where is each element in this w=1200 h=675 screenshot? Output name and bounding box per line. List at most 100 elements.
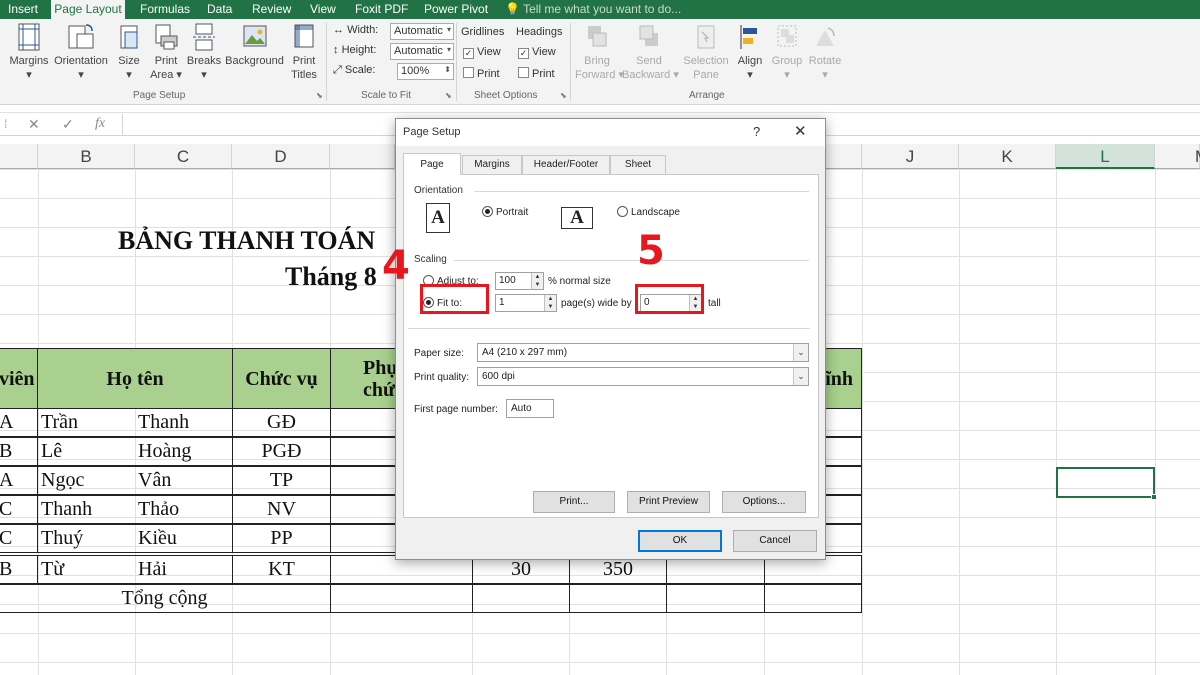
align-button[interactable]: Align ▾ — [735, 22, 765, 82]
column-header-m[interactable]: M — [1155, 144, 1200, 169]
bring-forward-button[interactable]: Bring Forward ▾ — [575, 22, 624, 82]
send-backward-button[interactable]: Send Backward ▾ — [622, 22, 679, 82]
close-icon[interactable]: ✕ — [794, 122, 807, 140]
help-icon[interactable]: ? — [753, 124, 760, 139]
headings-view-checkbox[interactable]: ✓ View — [518, 46, 556, 59]
print-titles-icon — [294, 24, 314, 48]
tab-formulas[interactable]: Formulas — [140, 2, 190, 16]
table-row[interactable]: A — [0, 408, 38, 437]
first-page-number-input[interactable]: Auto — [506, 399, 554, 418]
tell-me-box[interactable]: 💡 Tell me what you want to do... — [505, 2, 681, 16]
headings-print-checkbox[interactable]: Print — [518, 67, 555, 80]
column-header-b[interactable]: B — [38, 144, 135, 169]
print-button[interactable]: Print... — [533, 491, 615, 513]
gridlines-view-checkbox[interactable]: ✓ View — [463, 46, 501, 59]
print-area-icon — [155, 24, 178, 50]
tab-data[interactable]: Data — [207, 2, 232, 16]
chevron-down-icon: ▾ — [747, 69, 753, 81]
margins-button[interactable]: Margins ▾ — [6, 22, 52, 82]
margins-icon — [18, 23, 40, 51]
tab-insert[interactable]: Insert — [8, 2, 38, 16]
table-row[interactable]: B — [0, 555, 38, 584]
pages-wide-by-label: page(s) wide by — [561, 298, 632, 309]
stepper-arrows-icon[interactable]: ▲ ▼ — [544, 295, 556, 311]
tab-sheet[interactable]: Sheet — [610, 155, 666, 174]
scale-stepper[interactable]: 100% ⬍ — [397, 63, 454, 80]
enter-icon[interactable]: ✓ — [62, 116, 74, 133]
selection-pane-button[interactable]: Selection Pane — [680, 22, 732, 82]
page-setup-group-label: Page Setup — [133, 90, 186, 101]
width-dropdown[interactable]: Automatic ▾ — [390, 23, 454, 40]
table-row[interactable]: C — [0, 524, 38, 553]
tab-margins[interactable]: Margins — [462, 155, 522, 174]
column-header-e[interactable] — [330, 144, 395, 169]
column-header-j[interactable]: J — [862, 144, 959, 169]
column-header-d[interactable]: D — [232, 144, 330, 169]
chevron-down-icon: ⌄ — [793, 368, 808, 385]
align-icon — [740, 25, 757, 49]
height-dropdown[interactable]: Automatic ▾ — [390, 43, 454, 60]
cancel-button[interactable]: Cancel — [733, 530, 817, 552]
height-label: ↕ Height: — [333, 44, 377, 56]
total-row-label[interactable]: Tổng cộng — [0, 584, 331, 613]
tab-foxit-pdf[interactable]: Foxit PDF — [355, 2, 408, 16]
column-header-l[interactable]: L — [1056, 144, 1155, 169]
print-quality-select[interactable]: 600 dpi ⌄ — [477, 367, 809, 386]
landscape-radio[interactable]: Landscape — [617, 206, 680, 218]
column-header-i[interactable] — [826, 144, 862, 169]
orientation-button[interactable]: Orientation ▾ — [52, 22, 110, 82]
print-titles-button[interactable]: Print Titles — [287, 22, 321, 82]
print-preview-button[interactable]: Print Preview — [627, 491, 710, 513]
lightbulb-icon: 💡 — [505, 2, 520, 16]
column-header-a[interactable] — [0, 144, 38, 169]
stepper-arrows-icon[interactable]: ▲ ▼ — [531, 273, 543, 289]
send-backward-icon — [639, 25, 658, 46]
group-button[interactable]: Group ▾ — [770, 22, 804, 82]
dialog-launcher-icon[interactable]: ⬊ — [560, 91, 567, 100]
portrait-radio[interactable]: Portrait — [482, 206, 528, 218]
paper-size-select[interactable]: A4 (210 x 297 mm) ⌄ — [477, 343, 809, 362]
adjust-to-stepper[interactable]: 100 ▲ ▼ — [495, 272, 544, 290]
table-row[interactable]: C — [0, 495, 38, 524]
print-area-button[interactable]: Print Area ▾ — [147, 22, 185, 82]
background-button[interactable]: Background — [223, 22, 286, 68]
tab-review[interactable]: Review — [252, 2, 291, 16]
chevron-down-icon: ⌄ — [793, 344, 808, 361]
sheet-title: BẢNG THANH TOÁN — [118, 226, 376, 255]
portrait-icon: A — [426, 203, 450, 233]
column-header-c[interactable]: C — [135, 144, 232, 169]
tab-view[interactable]: View — [310, 2, 336, 16]
gridlines-print-checkbox[interactable]: Print — [463, 67, 500, 80]
dialog-launcher-icon[interactable]: ⬊ — [316, 91, 323, 100]
fill-handle[interactable] — [1151, 494, 1157, 500]
chevron-down-icon: ▾ — [26, 69, 32, 81]
scale-label: ⤢ Scale: — [333, 64, 376, 76]
column-header-k[interactable]: K — [959, 144, 1056, 169]
options-button[interactable]: Options... — [722, 491, 806, 513]
fit-wide-stepper[interactable]: 1 ▲ ▼ — [495, 294, 557, 312]
table-row[interactable]: A — [0, 466, 38, 495]
annotation-box-fit-to — [420, 284, 489, 314]
tab-power-pivot[interactable]: Power Pivot — [424, 2, 488, 16]
tab-header-footer[interactable]: Header/Footer — [522, 155, 610, 174]
stepper-arrows-icon[interactable]: ⬍ — [444, 65, 451, 74]
bring-forward-icon — [588, 26, 607, 47]
table-row[interactable]: B — [0, 437, 38, 466]
breaks-button[interactable]: Breaks ▾ — [186, 22, 222, 82]
checkmark-icon: ✓ — [463, 48, 474, 59]
tab-page[interactable]: Page — [403, 153, 461, 175]
active-cell-selection[interactable] — [1056, 467, 1157, 500]
size-button[interactable]: Size ▾ — [114, 22, 144, 82]
insert-function-icon[interactable]: fx — [95, 116, 105, 132]
orientation-icon — [68, 24, 94, 49]
checkmark-icon: ✓ — [518, 48, 529, 59]
group-icon — [777, 25, 797, 47]
rotate-button[interactable]: Rotate ▾ — [806, 22, 844, 82]
dialog-launcher-icon[interactable]: ⬊ — [445, 91, 452, 100]
ok-button[interactable]: OK — [638, 530, 722, 552]
scale-icon: ⤢ — [333, 64, 342, 76]
width-icon: ↔ — [333, 24, 344, 36]
tab-page-layout[interactable]: Page Layout — [51, 0, 125, 19]
cancel-icon[interactable]: ✕ — [28, 116, 40, 133]
dialog-title-bar[interactable]: Page Setup ? ✕ — [396, 119, 825, 146]
